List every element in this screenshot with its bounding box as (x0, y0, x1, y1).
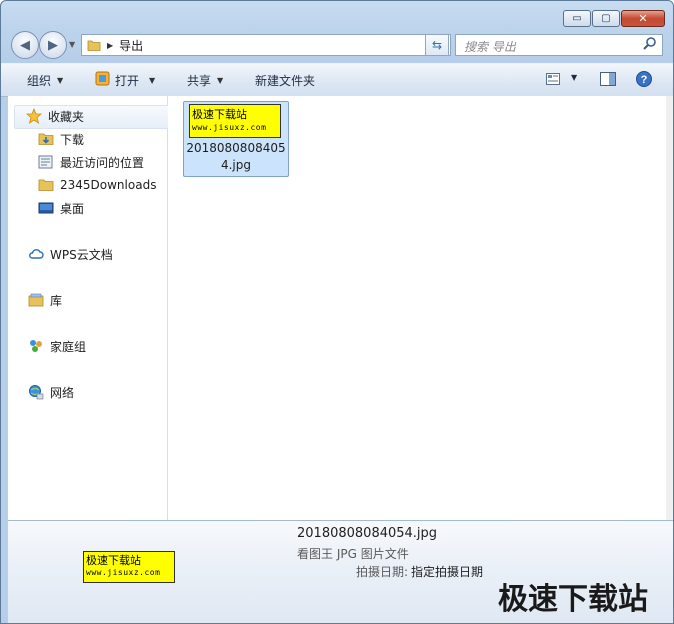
details-date-label: 拍摄日期: (356, 565, 409, 579)
breadcrumb-current[interactable]: 导出 (119, 37, 143, 54)
svg-text:?: ? (641, 74, 648, 86)
sidebar-item-2345downloads[interactable]: 2345Downloads (38, 174, 156, 196)
sidebar-item-network[interactable]: 网络 (28, 381, 74, 403)
open-button[interactable]: 打开 ▼ (115, 72, 155, 89)
sidebar-label: 下载 (60, 132, 85, 147)
star-icon (26, 108, 42, 124)
network-icon (29, 385, 44, 400)
share-label: 共享 (187, 74, 212, 88)
forward-icon: ▶ (48, 37, 58, 53)
details-date-value[interactable]: 指定拍摄日期 (411, 563, 483, 580)
close-icon: ✕ (638, 11, 648, 25)
details-thumb-url: www.jisuxz.com (86, 568, 161, 577)
sidebar-label: 家庭组 (50, 339, 87, 354)
close-button[interactable]: ✕ (621, 10, 665, 27)
sidebar-item-library[interactable]: 库 (28, 289, 62, 311)
preview-pane-icon[interactable] (600, 72, 616, 86)
maximize-button[interactable]: ▢ (592, 10, 620, 27)
organize-menu[interactable]: 组织 ▼ (27, 72, 63, 89)
view-icon[interactable] (546, 73, 560, 85)
chevron-down-icon: ▼ (149, 76, 156, 85)
back-icon: ◀ (20, 37, 30, 53)
new-folder-button[interactable]: 新建文件夹 (255, 72, 315, 89)
watermark-logo-text: 极速下载站 (498, 582, 648, 617)
sidebar-label: 网络 (50, 385, 75, 400)
refresh-button[interactable]: ⇆ (425, 34, 449, 56)
refresh-icon: ⇆ (431, 38, 443, 52)
chevron-down-icon: ▼ (57, 76, 64, 85)
sidebar-item-homegroup[interactable]: 家庭组 (28, 335, 86, 357)
folder-icon (87, 40, 101, 51)
share-menu[interactable]: 共享 ▼ (187, 72, 223, 89)
file-name: 2018080808405 4.jpg (184, 140, 288, 174)
cloud-icon (29, 249, 44, 259)
view-dropdown-icon[interactable]: ▼ (571, 73, 577, 82)
thumbnail-url: www.jisuxz.com (192, 123, 267, 132)
file-name-line2: 4.jpg (220, 158, 252, 172)
folder-icon (38, 179, 54, 191)
desktop-icon (38, 202, 54, 214)
sidebar-label: 2345Downloads (60, 178, 157, 192)
sidebar-label: 最近访问的位置 (60, 155, 145, 170)
address-bar[interactable]: ▶ 导出 ▼ (81, 34, 451, 56)
breadcrumb-arrow-icon[interactable]: ▶ (107, 41, 113, 50)
new-folder-label: 新建文件夹 (255, 74, 316, 88)
sidebar-item-downloads[interactable]: 下载 (38, 128, 84, 150)
explorer-window: ▭ ▢ ✕ ◀ ▶ ▼ ▶ 导出 ▼ ⇆ 搜索 导出 组织 ▼ (0, 0, 674, 624)
details-thumbnail: 极速下载站 www.jisuxz.com (83, 551, 175, 583)
maximize-icon: ▢ (601, 12, 611, 24)
minimize-button[interactable]: ▭ (563, 10, 591, 27)
details-file-type: 看图王 JPG 图片文件 (297, 547, 409, 561)
organize-label: 组织 (27, 74, 52, 88)
search-input[interactable]: 搜索 导出 (455, 34, 663, 56)
details-file-name: 20180808084054.jpg (297, 526, 438, 541)
sidebar-item-recent[interactable]: 最近访问的位置 (38, 151, 144, 173)
sidebar-item-desktop[interactable]: 桌面 (38, 197, 84, 219)
file-name-line1: 2018080808405 (186, 141, 286, 155)
navigation-pane: 收藏夹 下载 最近访问的位置 2345Downloads 桌面 WPS云文档 库… (8, 96, 173, 520)
search-placeholder: 搜索 导出 (464, 40, 516, 54)
recent-icon (38, 155, 53, 169)
details-thumb-title: 极速下载站 (86, 554, 141, 567)
sidebar-item-favorites[interactable]: 收藏夹 (26, 105, 84, 127)
file-thumbnail: 极速下载站 www.jisuxz.com (189, 104, 281, 138)
sidebar-label: 收藏夹 (48, 109, 85, 124)
recent-pages-dropdown[interactable]: ▼ (69, 40, 75, 49)
open-app-icon[interactable] (95, 71, 110, 86)
sidebar-label: WPS云文档 (50, 247, 113, 262)
help-icon[interactable]: ? (636, 71, 652, 87)
homegroup-icon (30, 340, 42, 352)
open-label: 打开 (115, 74, 140, 88)
sidebar-label: 桌面 (60, 201, 85, 216)
library-icon (28, 293, 44, 307)
right-edge (666, 96, 673, 520)
command-bar: 组织 ▼ 打开 ▼ 共享 ▼ 新建文件夹 ▼ ? (1, 63, 673, 97)
chevron-down-icon: ▼ (217, 76, 224, 85)
minimize-icon: ▭ (572, 12, 582, 24)
file-tile[interactable]: 极速下载站 www.jisuxz.com 2018080808405 4.jpg (183, 101, 289, 177)
thumbnail-title: 极速下载站 (192, 108, 247, 121)
caption-buttons: ▭ ▢ ✕ (562, 10, 665, 27)
search-icon[interactable] (642, 36, 658, 52)
sidebar-item-wps-cloud[interactable]: WPS云文档 (28, 243, 113, 265)
forward-button[interactable]: ▶ (39, 31, 67, 59)
sidebar-label: 库 (50, 293, 63, 308)
back-button[interactable]: ◀ (11, 31, 39, 59)
download-folder-icon (38, 133, 54, 145)
